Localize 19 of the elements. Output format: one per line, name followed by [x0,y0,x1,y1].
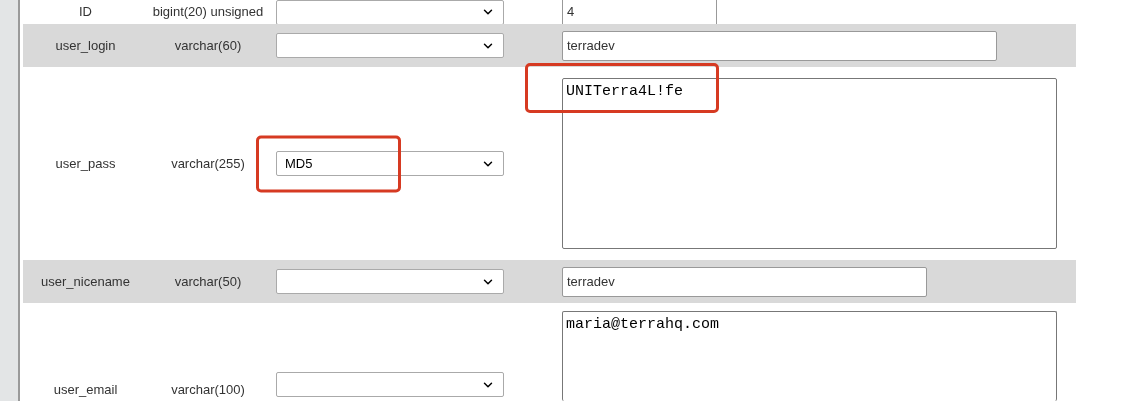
column-name: ID [78,3,93,22]
column-name: user_login [54,36,117,55]
column-name: user_pass [54,154,117,173]
value-textarea[interactable]: maria@terrahq.com [562,311,1057,401]
column-name: user_nicename [40,272,131,291]
function-select[interactable] [276,269,504,294]
function-select[interactable] [276,33,504,58]
value-input[interactable]: terradev [562,30,997,61]
function-select[interactable] [276,0,504,25]
column-type: varchar(50) [173,272,243,291]
function-select[interactable]: MD5 [276,151,504,176]
function-select[interactable] [276,372,504,397]
column-name: user_email [52,380,119,399]
column-type: varchar(100) [170,380,246,399]
value-textarea[interactable]: UNITerra4L!fe [562,78,1057,249]
column-type: bigint(20) unsigned [151,3,265,22]
column-type: varchar(255) [170,154,246,173]
column-type: varchar(60) [173,36,243,55]
value-input[interactable]: terradev [562,266,927,297]
